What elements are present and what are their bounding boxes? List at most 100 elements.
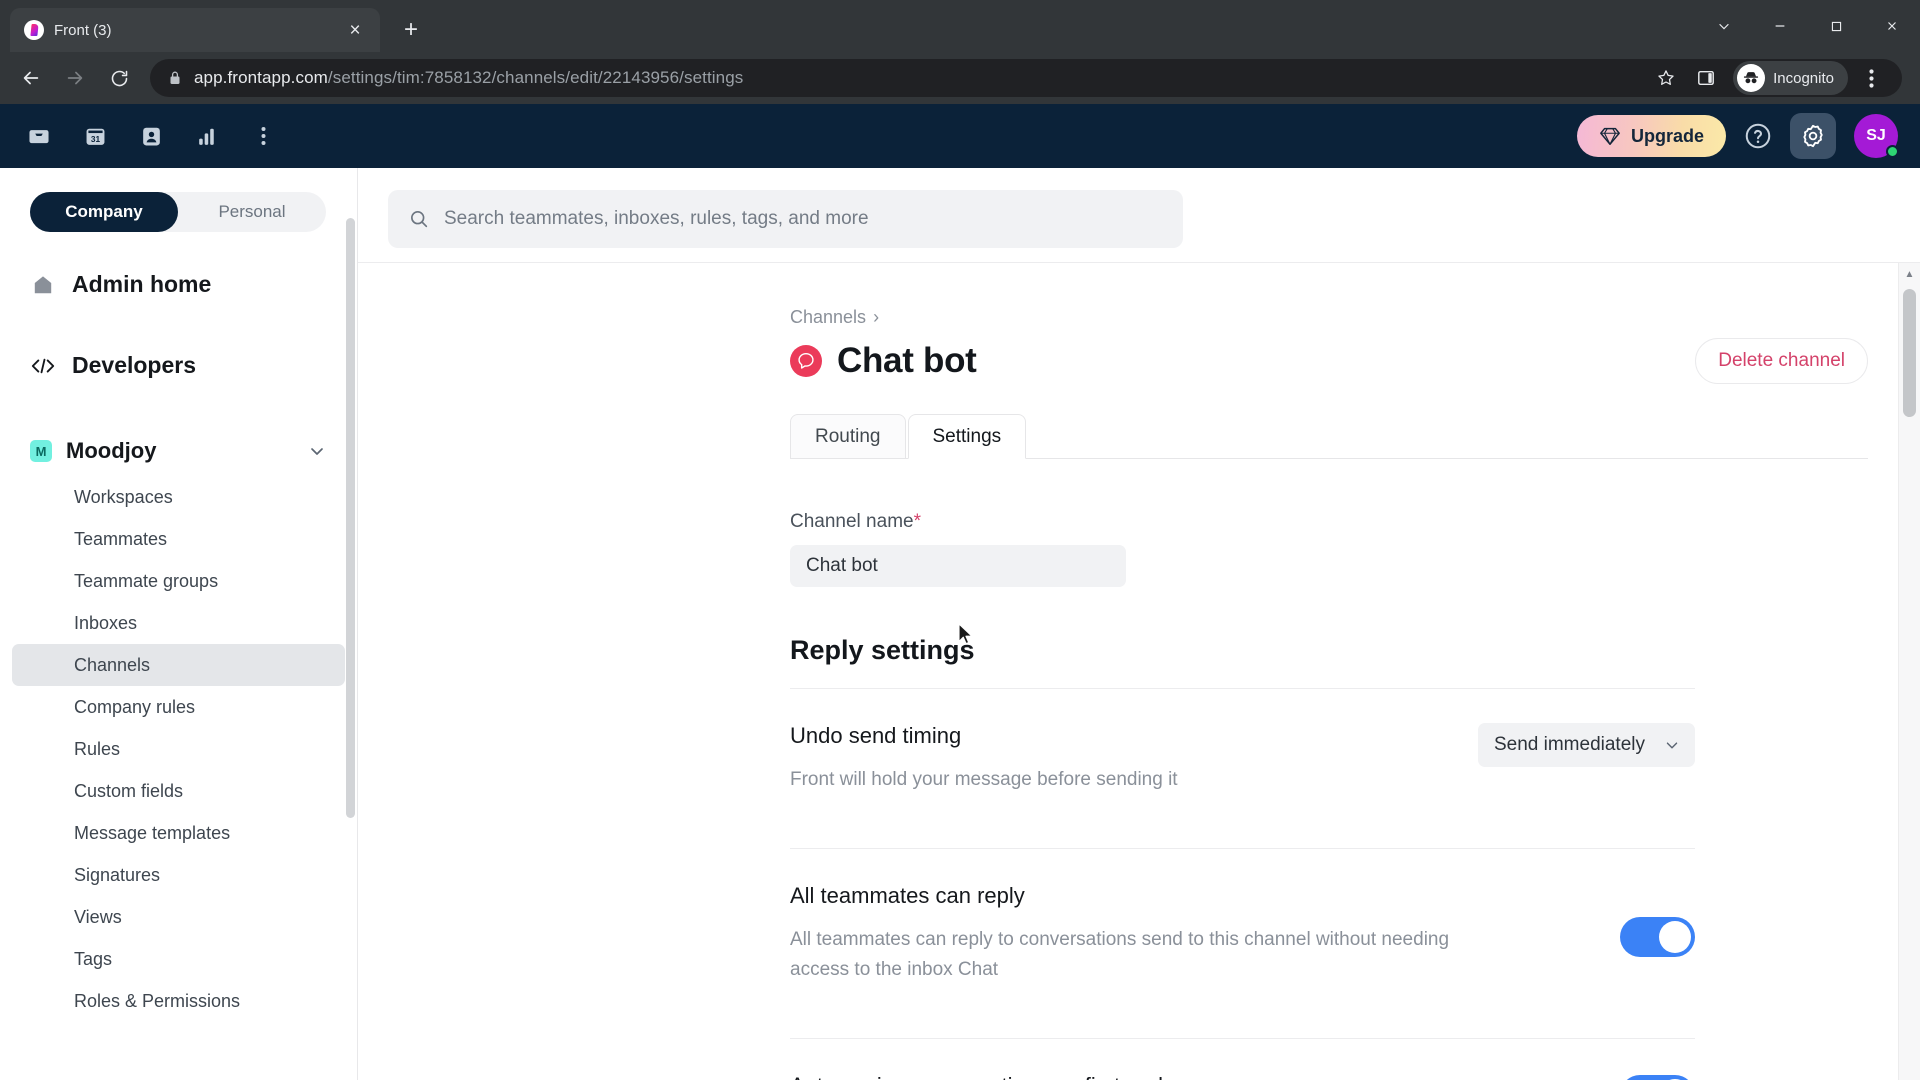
forward-icon [56,59,94,97]
settings-form: Channel name* Reply settings Undo send t… [790,511,1695,1080]
reply-settings-heading: Reply settings [790,635,975,665]
browser-tabstrip: Front (3) × + [0,0,1920,52]
channel-name-label: Channel name* [790,511,921,532]
chevron-down-icon[interactable] [307,441,327,461]
auto-assign-toggle[interactable] [1620,1075,1695,1080]
back-icon[interactable] [12,59,50,97]
sidebar-item-label: Developers [72,352,197,378]
calendar-icon[interactable]: 31 [80,121,110,151]
tab-routing[interactable]: Routing [790,414,906,459]
chevron-down-icon[interactable] [1696,0,1752,52]
tab-settings[interactable]: Settings [907,414,1027,459]
chevron-down-icon [1663,736,1681,754]
address-bar-url: app.frontapp.com/settings/tim:7858132/ch… [194,68,744,87]
scope-company[interactable]: Company [30,192,178,232]
main-scrollbar[interactable]: ▲ [1898,263,1920,1080]
setting-text: Undo send timing Front will hold your me… [790,723,1448,794]
scroll-up-arrow-icon[interactable]: ▲ [1899,263,1920,285]
search-field[interactable] [444,208,1163,230]
sidebar-team-moodjoy[interactable]: M Moodjoy [0,424,357,474]
search-input[interactable] [388,190,1183,248]
scope-personal[interactable]: Personal [178,192,326,232]
new-tab-button[interactable]: + [394,13,428,47]
delete-channel-button[interactable]: Delete channel [1695,338,1868,384]
browser-tab[interactable]: Front (3) × [10,8,380,52]
setting-row-all-teammates-can-reply: All teammates can reply All teammates ca… [790,848,1695,1016]
sidebar-item-workspaces[interactable]: Workspaces [12,476,345,518]
incognito-indicator[interactable]: Incognito [1733,61,1848,95]
upgrade-label: Upgrade [1630,125,1704,146]
gear-icon[interactable] [1790,113,1836,159]
browser-toolbar: app.frontapp.com/settings/tim:7858132/ch… [0,52,1920,104]
sidebar-item-admin-home[interactable]: Admin home [0,258,357,311]
svg-text:31: 31 [90,134,100,144]
sidebar-item-views[interactable]: Views [12,896,345,938]
lock-icon [168,70,182,86]
channel-settings-panel: Channels › Chat bot Delete channel Routi… [358,263,1920,1080]
all-teammates-can-reply-toggle[interactable] [1620,917,1695,958]
inbox-icon[interactable] [24,121,54,151]
undo-send-timing-select[interactable]: Send immediately [1477,723,1695,767]
global-search-row [358,168,1920,248]
incognito-icon [1737,64,1766,92]
app-topnav-right: Upgrade SJ [1576,113,1899,159]
toggle-knob [1659,921,1691,954]
sidebar-item-roles-permissions[interactable]: Roles & Permissions [12,980,345,1022]
window-close-icon[interactable] [1864,0,1920,52]
more-icon[interactable] [248,121,278,151]
sidebar-item-inboxes[interactable]: Inboxes [12,602,345,644]
window-controls [1696,0,1920,52]
sidebar-item-tags[interactable]: Tags [12,938,345,980]
reload-icon[interactable] [100,59,138,97]
breadcrumb-channels[interactable]: Channels [790,307,866,328]
front-app: 31 Upgrade SJ Company Personal Admin hom… [0,104,1920,1080]
sidebar-item-rules[interactable]: Rules [12,728,345,770]
sidebar-subnav: Workspaces Teammates Teammate groups Inb… [0,474,357,1022]
sidebar-item-developers[interactable]: Developers [0,339,357,392]
app-topnav: 31 Upgrade SJ [0,104,1920,168]
setting-description: All teammates can reply to conversations… [790,929,1450,980]
app-topnav-icons: 31 [24,121,278,151]
setting-control: Send immediately [1477,723,1695,767]
incognito-label: Incognito [1773,69,1834,87]
channel-name-input[interactable] [790,545,1126,587]
contacts-icon[interactable] [136,121,166,151]
page-header: Chat bot Delete channel [790,338,1920,384]
side-panel-icon[interactable] [1689,61,1723,95]
sidebar-item-custom-fields[interactable]: Custom fields [12,770,345,812]
star-icon[interactable] [1649,61,1683,95]
avatar-initials: SJ [1866,127,1886,144]
browser-window: Front (3) × + app.frontapp.com/settings/… [0,0,1920,1080]
diamond-icon [1599,125,1621,147]
sidebar-item-channels[interactable]: Channels [12,644,345,686]
address-bar[interactable]: app.frontapp.com/settings/tim:7858132/ch… [150,59,1902,97]
sidebar-item-company-rules[interactable]: Company rules [12,686,345,728]
settings-sidebar: Company Personal Admin home Developers M… [0,168,358,1080]
minimize-icon[interactable] [1752,0,1808,52]
avatar[interactable]: SJ [1854,114,1899,158]
maximize-icon[interactable] [1808,0,1864,52]
search-icon [408,208,430,230]
browser-tab-title: Front (3) [54,21,112,39]
sidebar-scrollbar[interactable] [346,218,355,818]
analytics-icon[interactable] [192,121,222,151]
upgrade-button[interactable]: Upgrade [1576,115,1726,157]
select-value: Send immediately [1493,734,1645,755]
front-logo-icon [24,20,44,40]
scrollbar-thumb[interactable] [1903,289,1916,417]
sidebar-item-signatures[interactable]: Signatures [12,854,345,896]
three-dot-menu-icon[interactable] [1854,61,1888,95]
chat-channel-icon [790,345,822,377]
breadcrumb: Channels › [790,307,1920,328]
sidebar-item-message-templates[interactable]: Message templates [12,812,345,854]
sidebar-item-teammates[interactable]: Teammates [12,518,345,560]
scope-switcher-wrap: Company Personal [0,168,357,232]
close-icon[interactable]: × [342,17,368,43]
help-icon[interactable] [1740,118,1776,154]
sidebar-major-nav: Admin home Developers [0,232,357,392]
sidebar-item-teammate-groups[interactable]: Teammate groups [12,560,345,602]
main-content: Channels › Chat bot Delete channel Routi… [358,168,1920,1080]
settings-scroll-region: Channels › Chat bot Delete channel Routi… [358,262,1920,1080]
setting-text: All teammates can reply All teammates ca… [790,883,1590,984]
code-icon [30,356,56,376]
